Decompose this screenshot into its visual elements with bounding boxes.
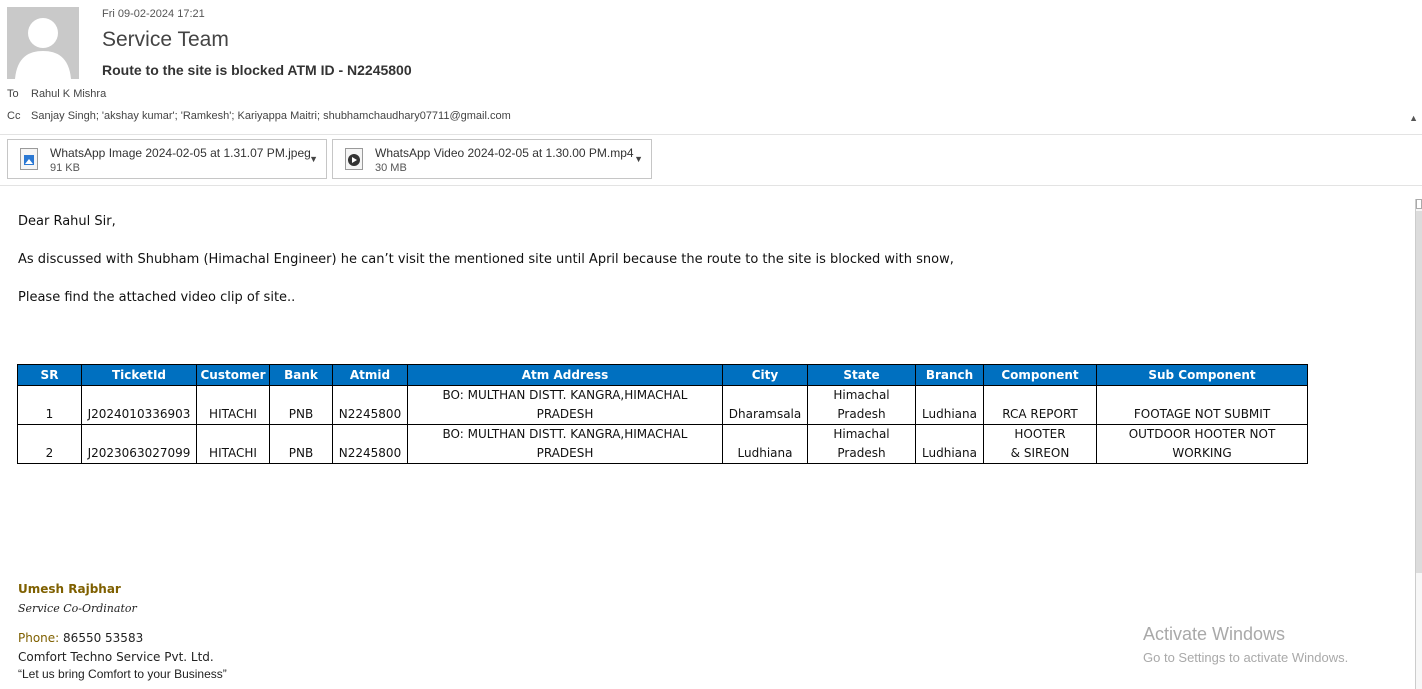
table-cell: BO: MULTHAN DISTT. KANGRA,HIMACHAL PRADE… xyxy=(407,385,723,425)
attachment-size: 91 KB xyxy=(50,162,80,174)
sender-avatar xyxy=(7,7,79,79)
table-cell: Ludhiana xyxy=(722,424,808,464)
chevron-down-icon[interactable]: ▼ xyxy=(634,154,643,164)
sent-date: Fri 09-02-2024 17:21 xyxy=(102,8,205,20)
column-header: Bank xyxy=(269,364,333,386)
table-row: 1 J2024010336903 HITACHI PNB N2245800 BO… xyxy=(17,385,1308,425)
column-header: Atm Address xyxy=(407,364,723,386)
column-header: Customer xyxy=(196,364,270,386)
activation-watermark-subtitle: Go to Settings to activate Windows. xyxy=(1143,650,1349,665)
column-header: Atmid xyxy=(332,364,408,386)
column-header: TicketId xyxy=(81,364,197,386)
phone-label: Phone: xyxy=(18,631,60,645)
table-cell: RCA REPORT xyxy=(983,385,1097,425)
scrollbar-thumb[interactable] xyxy=(1416,211,1422,573)
table-row: 2 J2023063027099 HITACHI PNB N2245800 BO… xyxy=(17,424,1308,464)
table-cell: Ludhiana xyxy=(915,424,984,464)
phone-number: 86550 53583 xyxy=(63,631,144,645)
header-divider xyxy=(0,134,1422,135)
table-cell: FOOTAGE NOT SUBMIT xyxy=(1096,385,1308,425)
table-cell: Himachal Pradesh xyxy=(807,424,916,464)
attachment-size: 30 MB xyxy=(375,162,407,174)
table-cell: J2024010336903 xyxy=(81,385,197,425)
sender-name[interactable]: Service Team xyxy=(102,28,229,52)
attachments-divider xyxy=(0,185,1422,186)
table-header-row: SR TicketId Customer Bank Atmid Atm Addr… xyxy=(17,364,1308,386)
image-file-icon xyxy=(20,148,38,170)
table-cell: BO: MULTHAN DISTT. KANGRA,HIMACHAL PRADE… xyxy=(407,424,723,464)
column-header: State xyxy=(807,364,916,386)
table-cell: HOOTER & SIREON xyxy=(983,424,1097,464)
person-silhouette-icon xyxy=(7,7,79,79)
body-paragraph-1: As discussed with Shubham (Himachal Engi… xyxy=(18,252,954,267)
table-cell: Dharamsala xyxy=(722,385,808,425)
signature-company: Comfort Techno Service Pvt. Ltd. xyxy=(18,650,214,664)
attachment-video[interactable]: WhatsApp Video 2024-02-05 at 1.30.00 PM.… xyxy=(332,139,652,179)
to-label: To xyxy=(7,88,19,100)
ticket-table: SR TicketId Customer Bank Atmid Atm Addr… xyxy=(17,364,1308,464)
email-subject: Route to the site is blocked ATM ID - N2… xyxy=(102,62,412,78)
table-cell: Ludhiana xyxy=(915,385,984,425)
cc-label: Cc xyxy=(7,110,21,122)
table-cell: Himachal Pradesh xyxy=(807,385,916,425)
signature-name: Umesh Rajbhar xyxy=(18,582,121,596)
table-cell: OUTDOOR HOOTER NOT WORKING xyxy=(1096,424,1308,464)
video-file-icon xyxy=(345,148,363,170)
greeting: Dear Rahul Sir, xyxy=(18,214,116,229)
collapse-header-icon[interactable]: ▲ xyxy=(1409,113,1418,123)
column-header: Branch xyxy=(915,364,984,386)
scroll-up-button[interactable] xyxy=(1416,199,1422,209)
signature-tagline: “Let us bring Comfort to your Business” xyxy=(18,667,227,681)
table-cell: PNB xyxy=(269,385,333,425)
column-header: Sub Component xyxy=(1096,364,1308,386)
signature-phone: Phone: 86550 53583 xyxy=(18,631,143,645)
table-cell: J2023063027099 xyxy=(81,424,197,464)
column-header: SR xyxy=(17,364,82,386)
cc-recipients[interactable]: Sanjay Singh; 'akshay kumar'; 'Ramkesh';… xyxy=(31,110,511,122)
table-cell: 1 xyxy=(17,385,82,425)
table-cell: 2 xyxy=(17,424,82,464)
table-cell: N2245800 xyxy=(332,424,408,464)
column-header: Component xyxy=(983,364,1097,386)
attachment-name: WhatsApp Video 2024-02-05 at 1.30.00 PM.… xyxy=(375,146,634,160)
activation-watermark-title: Activate Windows xyxy=(1143,624,1286,644)
table-cell: HITACHI xyxy=(196,385,270,425)
table-cell: N2245800 xyxy=(332,385,408,425)
body-paragraph-2: Please find the attached video clip of s… xyxy=(18,290,296,305)
vertical-scrollbar[interactable] xyxy=(1415,199,1422,689)
signature-title: Service Co-Ordinator xyxy=(18,602,137,615)
attachment-image[interactable]: WhatsApp Image 2024-02-05 at 1.31.07 PM.… xyxy=(7,139,327,179)
attachment-name: WhatsApp Image 2024-02-05 at 1.31.07 PM.… xyxy=(50,146,311,160)
chevron-down-icon[interactable]: ▼ xyxy=(309,154,318,164)
table-cell: HITACHI xyxy=(196,424,270,464)
column-header: City xyxy=(722,364,808,386)
table-cell: PNB xyxy=(269,424,333,464)
to-recipients[interactable]: Rahul K Mishra xyxy=(31,88,106,100)
